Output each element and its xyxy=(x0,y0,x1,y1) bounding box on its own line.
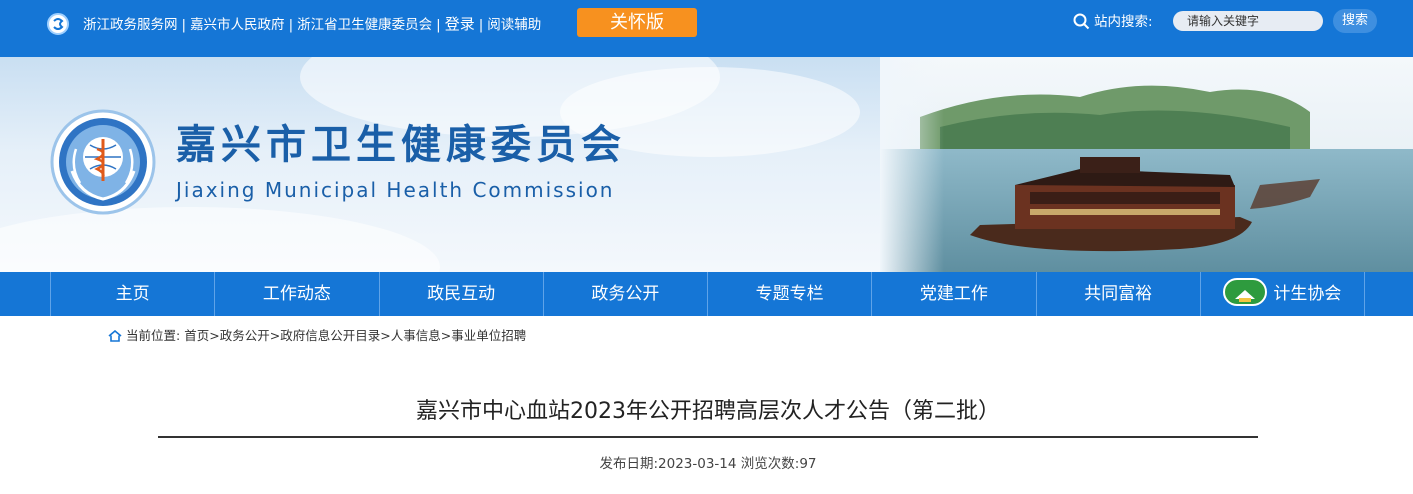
commission-title-en: Jiaxing Municipal Health Commission xyxy=(176,178,615,202)
search-label: 站内搜索: xyxy=(1094,14,1153,30)
nav-item-family-planning-label: 计生协会 xyxy=(1273,284,1342,304)
search-input[interactable] xyxy=(1173,11,1323,31)
nav-item-party[interactable]: 党建工作 xyxy=(871,272,1035,316)
views-label: 浏览次数: xyxy=(740,456,800,472)
home-icon xyxy=(108,329,122,342)
breadcrumb-label: 当前位置: xyxy=(126,328,181,343)
view-count: 97 xyxy=(799,456,817,472)
link-zhejiang-health[interactable]: 浙江省卫生健康委员会 xyxy=(297,17,432,33)
date-label: 发布日期: xyxy=(599,456,659,472)
nav-item-special[interactable]: 专题专栏 xyxy=(707,272,871,316)
red-boat-scene-image xyxy=(880,57,1413,272)
commission-title-cn: 嘉兴市卫生健康委员会 xyxy=(176,121,626,168)
nav-item-gov-open[interactable]: 政务公开 xyxy=(542,272,707,316)
commission-emblem-icon xyxy=(50,109,156,215)
title-divider xyxy=(158,436,1258,438)
breadcrumb-personnel[interactable]: 人事信息 xyxy=(391,328,441,343)
reading-assist-link[interactable]: 阅读辅助 xyxy=(487,17,541,33)
main-nav: 主页 工作动态 政民互动 政务公开 专题专栏 党建工作 共同富裕 计生协会 xyxy=(0,272,1413,316)
nav-item-interaction[interactable]: 政民互动 xyxy=(378,272,543,316)
article-meta: 发布日期:2023-03-14 浏览次数:97 xyxy=(158,455,1258,473)
breadcrumb-recruitment[interactable]: 事业单位招聘 xyxy=(451,328,526,343)
nav-item-family-planning[interactable]: 计生协会 xyxy=(1199,272,1365,316)
nav-item-home[interactable]: 主页 xyxy=(50,272,214,316)
breadcrumb: 当前位置: 首页>政务公开>政府信息公开目录>人事信息>事业单位招聘 xyxy=(108,327,526,345)
search-button[interactable]: 搜索 xyxy=(1333,9,1377,33)
nav-item-prosperity[interactable]: 共同富裕 xyxy=(1035,272,1200,316)
family-planning-logo-icon xyxy=(1223,278,1268,306)
breadcrumb-home[interactable]: 首页 xyxy=(184,328,209,343)
publish-date: 2023-03-14 xyxy=(658,456,737,472)
link-zhejiang-service[interactable]: 浙江政务服务网 xyxy=(83,17,178,33)
link-jiaxing-gov[interactable]: 嘉兴市人民政府 xyxy=(190,17,285,33)
login-link[interactable]: 登录 xyxy=(445,15,475,33)
article-title: 嘉兴市中心血站2023年公开招聘高层次人才公告（第二批） xyxy=(416,399,1000,424)
zhejiang-gov-logo-icon[interactable] xyxy=(47,13,69,35)
nav-item-work-news[interactable]: 工作动态 xyxy=(214,272,378,316)
header-banner: 嘉兴市卫生健康委员会 Jiaxing Municipal Health Comm… xyxy=(0,57,1413,272)
top-bar: 浙江政务服务网 | 嘉兴市人民政府 | 浙江省卫生健康委员会 | 登录 | 阅读辅助 关怀版 站… xyxy=(0,0,1413,57)
top-links: 浙江政务服务网 | 嘉兴市人民政府 | 浙江省卫生健康委员会 | 登录 | 阅读辅助 xyxy=(83,15,542,33)
breadcrumb-gov-open[interactable]: 政务公开 xyxy=(220,328,270,343)
search-icon xyxy=(1073,13,1090,30)
breadcrumb-catalog[interactable]: 政府信息公开目录 xyxy=(280,328,380,343)
care-version-button[interactable]: 关怀版 xyxy=(577,8,697,37)
